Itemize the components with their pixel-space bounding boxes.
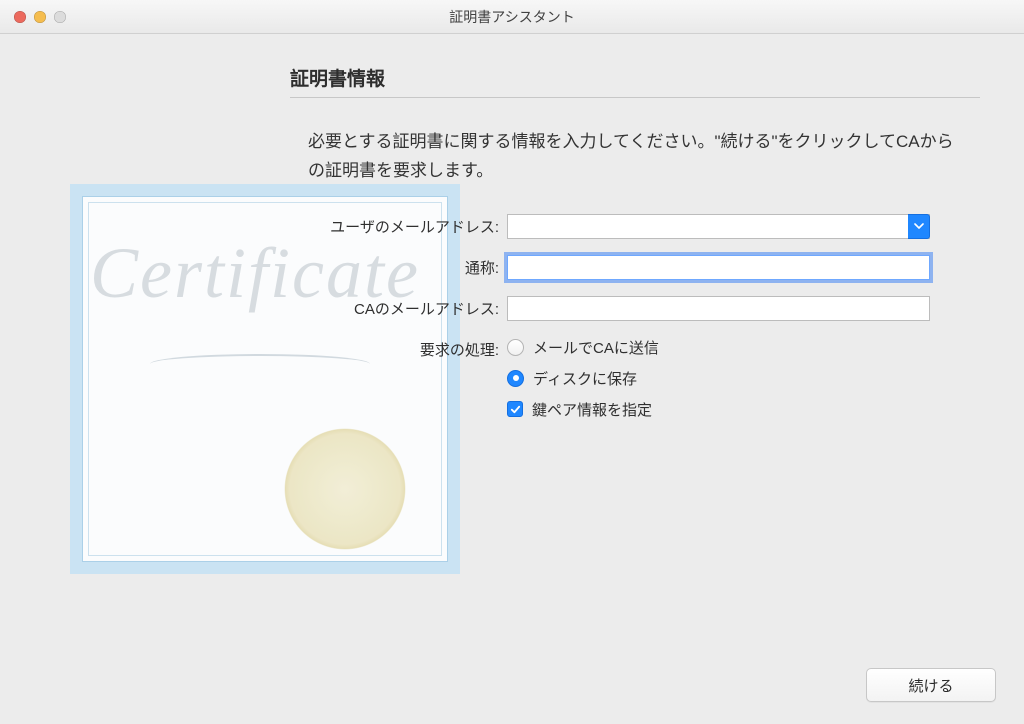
user-email-dropdown-button[interactable] (908, 214, 930, 239)
titlebar: 証明書アシスタント (0, 0, 1024, 34)
option-save-to-disk[interactable]: ディスクに保存 (507, 368, 930, 389)
window-controls (14, 11, 66, 23)
label-user-email: ユーザのメールアドレス: (302, 214, 507, 237)
window-title: 証明書アシスタント (0, 7, 1024, 27)
radio-save-to-disk[interactable] (507, 370, 524, 387)
continue-button[interactable]: 続ける (866, 668, 996, 702)
label-request-handling: 要求の処理: (302, 337, 507, 360)
label-common-name: 通称: (302, 255, 507, 278)
ca-email-input[interactable] (507, 296, 930, 321)
chevron-down-icon (914, 221, 924, 231)
footer: 続ける (866, 668, 996, 702)
page-heading: 証明書情報 (290, 64, 980, 98)
option-send-by-mail[interactable]: メールでCAに送信 (507, 337, 930, 358)
row-common-name: 通称: (302, 255, 980, 280)
option-save-to-disk-label: ディスクに保存 (533, 368, 637, 389)
certificate-seal-icon (280, 424, 410, 554)
common-name-input[interactable] (507, 255, 930, 280)
row-ca-email: CAのメールアドレス: (302, 296, 980, 321)
form-panel: 必要とする証明書に関する情報を入力してください。"続ける"をクリックしてCAから… (290, 112, 980, 436)
minimize-window-button[interactable] (34, 11, 46, 23)
content-area: Certificate 証明書情報 必要とする証明書に関する情報を入力してくださ… (0, 34, 1024, 724)
radio-send-by-mail[interactable] (507, 339, 524, 356)
user-email-input[interactable] (507, 214, 930, 239)
label-ca-email: CAのメールアドレス: (302, 296, 507, 319)
option-send-by-mail-label: メールでCAに送信 (533, 337, 659, 358)
option-specify-keypair-label: 鍵ペア情報を指定 (532, 399, 652, 420)
close-window-button[interactable] (14, 11, 26, 23)
request-handling-options: メールでCAに送信 ディスクに保存 鍵ペア情報を指定 (507, 337, 930, 420)
row-request-handling: 要求の処理: メールでCAに送信 ディスクに保存 (302, 337, 980, 420)
option-specify-keypair[interactable]: 鍵ペア情報を指定 (507, 399, 930, 420)
row-user-email: ユーザのメールアドレス: (302, 214, 980, 239)
checkbox-specify-keypair[interactable] (507, 401, 523, 417)
user-email-combobox[interactable] (507, 214, 930, 239)
check-icon (510, 404, 521, 415)
certificate-form: ユーザのメールアドレス: 通称: CAのメールアドレス: (290, 214, 980, 420)
instructions-text: 必要とする証明書に関する情報を入力してください。"続ける"をクリックしてCAから… (290, 112, 980, 214)
zoom-window-button (54, 11, 66, 23)
